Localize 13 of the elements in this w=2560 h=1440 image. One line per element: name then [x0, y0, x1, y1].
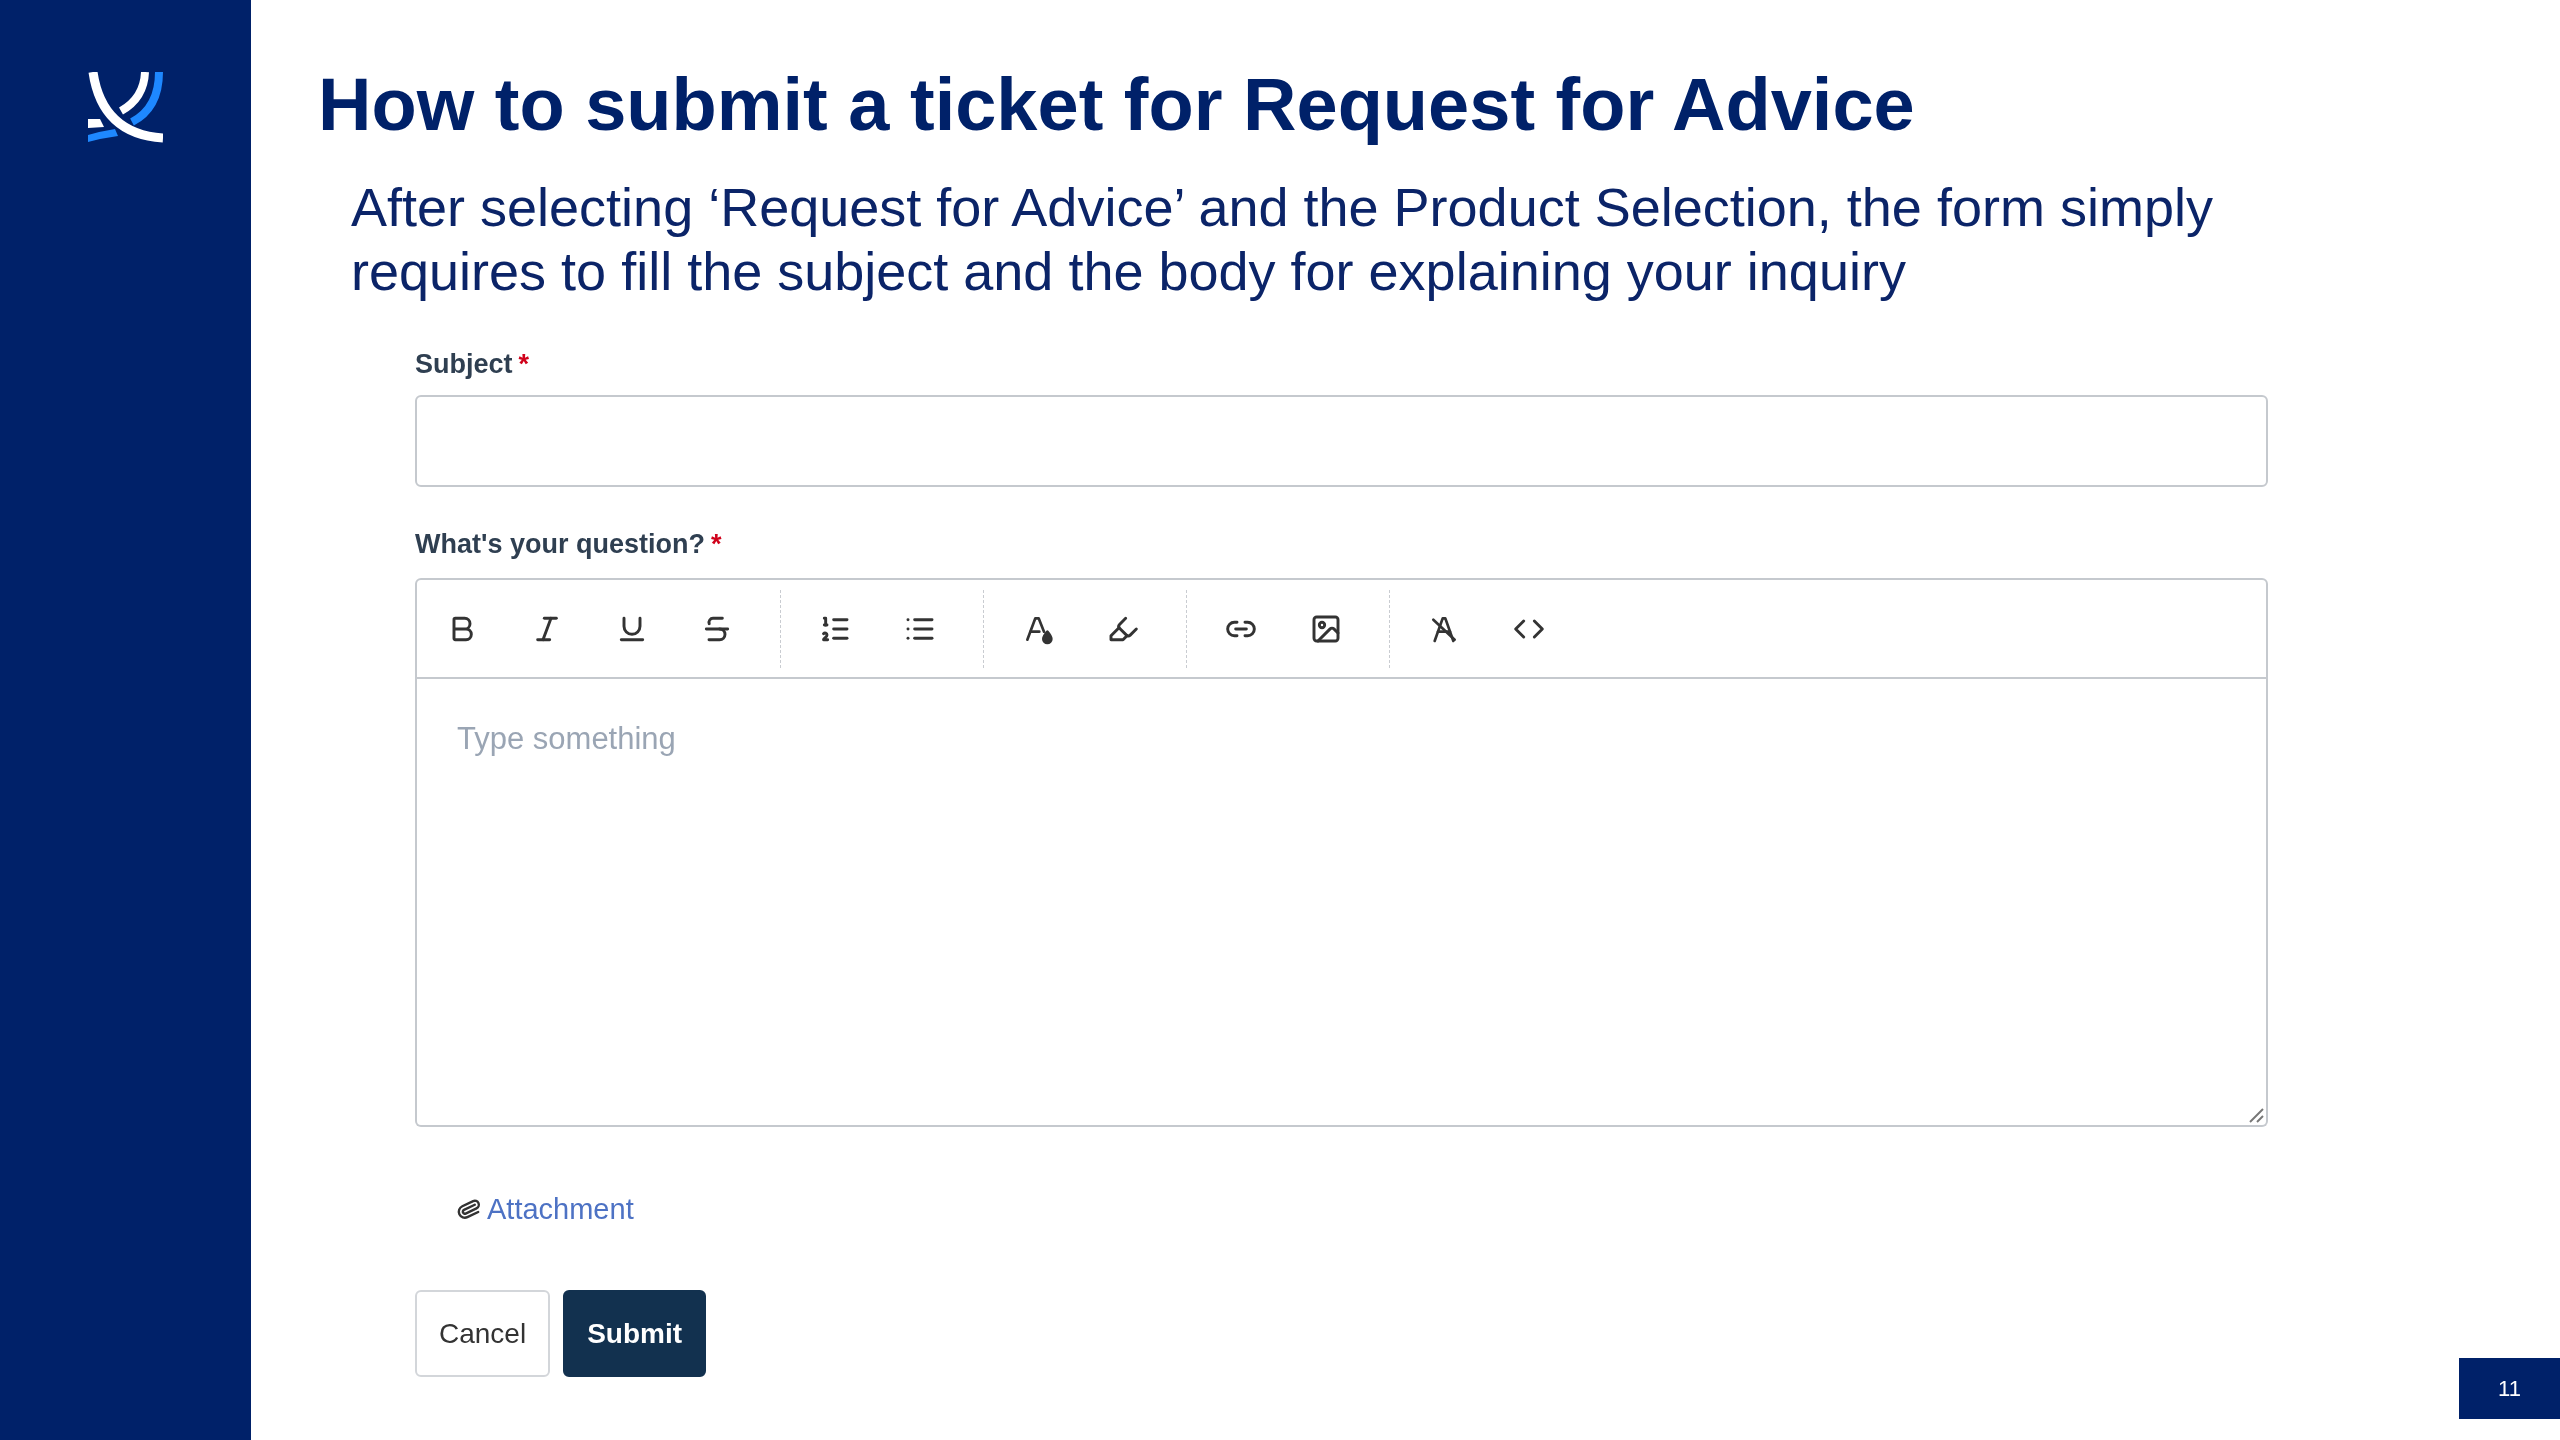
required-asterisk: *: [710, 528, 722, 561]
attachment-link[interactable]: Attachment: [487, 1191, 634, 1227]
question-text-field[interactable]: Type something: [415, 679, 2268, 1127]
field-label: Subject: [415, 348, 513, 381]
cancel-button[interactable]: Cancel: [415, 1290, 551, 1377]
slide-title: How to submit a ticket for Request for Advice: [318, 62, 1915, 148]
page-number: 11: [2459, 1358, 2560, 1419]
subject-input-field[interactable]: [415, 395, 2268, 487]
field-label: What's your question?: [415, 528, 705, 561]
required-asterisk: *: [518, 348, 530, 381]
slide-subtitle: After selecting ‘Request for Advice’ and the Product Selection, the form simply requires to fill the subject and the body for explaining your inquiry: [351, 176, 2214, 303]
resize-handle-icon[interactable]: [2248, 1107, 2264, 1123]
submit-button[interactable]: Submit: [563, 1290, 707, 1377]
